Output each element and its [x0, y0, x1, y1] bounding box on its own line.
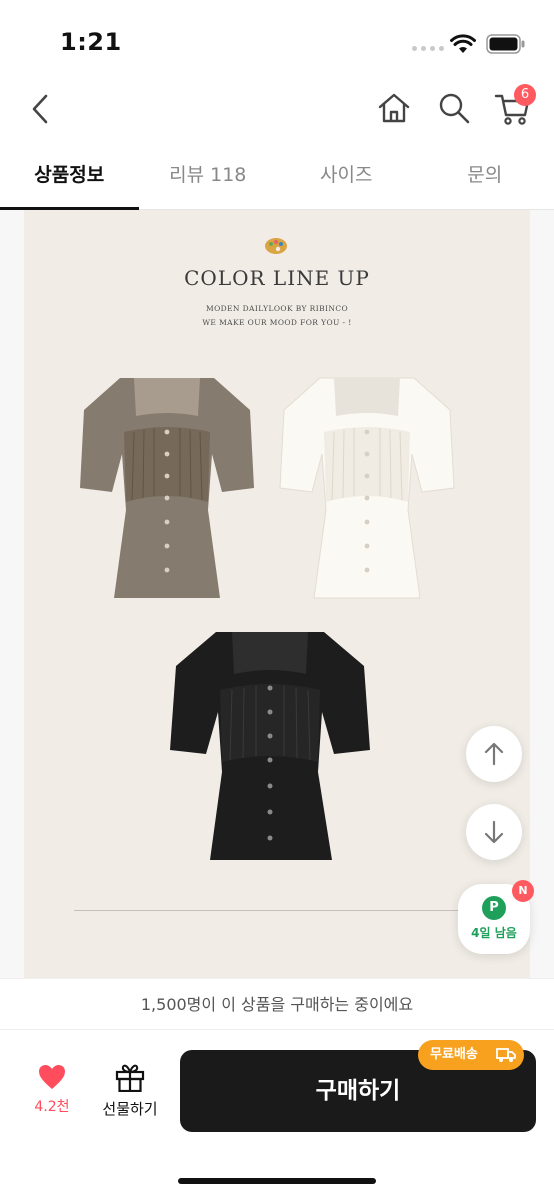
- battery-icon: [486, 34, 525, 54]
- scroll-down-button[interactable]: [466, 804, 522, 860]
- promo-title: COLOR LINE UP: [184, 266, 370, 290]
- product-detail-content: COLOR LINE UP MODEN DAILYLOOK BY RIBINCO…: [0, 210, 554, 978]
- tab-product-info[interactable]: 상품정보: [0, 140, 139, 210]
- home-indicator: [178, 1178, 376, 1184]
- free-shipping-label: 무료배송: [430, 1047, 478, 1062]
- cart-button[interactable]: 6: [494, 84, 538, 128]
- product-detail-image: COLOR LINE UP MODEN DAILYLOOK BY RIBINCO…: [24, 210, 530, 978]
- heart-icon: [39, 1065, 65, 1089]
- status-time: 1:21: [60, 28, 122, 56]
- signal-dots-icon: [412, 46, 444, 51]
- points-remaining-text: 4일 남음: [471, 926, 517, 940]
- wifi-icon: [450, 34, 476, 53]
- search-icon[interactable]: [436, 90, 472, 126]
- beige-blouse-image: [80, 378, 254, 598]
- gift-button[interactable]: 선물하기: [94, 1062, 166, 1126]
- arrow-up-icon: [484, 742, 504, 766]
- black-blouse-image: [170, 632, 370, 860]
- top-nav: 6: [0, 80, 554, 138]
- promo-subtitle-line1: MODEN DAILYLOOK BY RIBINCO: [205, 304, 349, 313]
- palette-icon: [265, 238, 287, 254]
- arrow-down-icon: [484, 820, 504, 844]
- product-tabs: 상품정보 리뷰 118 사이즈 문의: [0, 140, 554, 210]
- home-icon[interactable]: [376, 90, 412, 126]
- cart-count-badge: 6: [514, 84, 536, 106]
- tab-reviews[interactable]: 리뷰 118: [139, 140, 278, 209]
- points-icon: P: [482, 896, 506, 920]
- back-icon[interactable]: [24, 92, 58, 126]
- free-shipping-badge: 무료배송: [418, 1040, 524, 1070]
- new-badge: N: [512, 880, 534, 902]
- purchase-notice: 1,500명이 이 상품을 구매하는 중이에요: [0, 978, 554, 1030]
- image-divider: [74, 910, 480, 911]
- like-count: 4.2천: [34, 1099, 70, 1115]
- status-bar: 1:21: [0, 0, 554, 80]
- promo-subtitle-line2: WE MAKE OUR MOOD FOR YOU - !: [202, 318, 352, 327]
- gift-icon: [115, 1064, 145, 1092]
- white-blouse-image: [279, 377, 455, 599]
- like-button[interactable]: 4.2천: [26, 1064, 78, 1124]
- tab-inquiry[interactable]: 문의: [416, 140, 554, 209]
- truck-icon: [496, 1048, 516, 1062]
- tab-size[interactable]: 사이즈: [277, 140, 416, 209]
- gift-label: 선물하기: [102, 1100, 158, 1118]
- scroll-up-button[interactable]: [466, 726, 522, 782]
